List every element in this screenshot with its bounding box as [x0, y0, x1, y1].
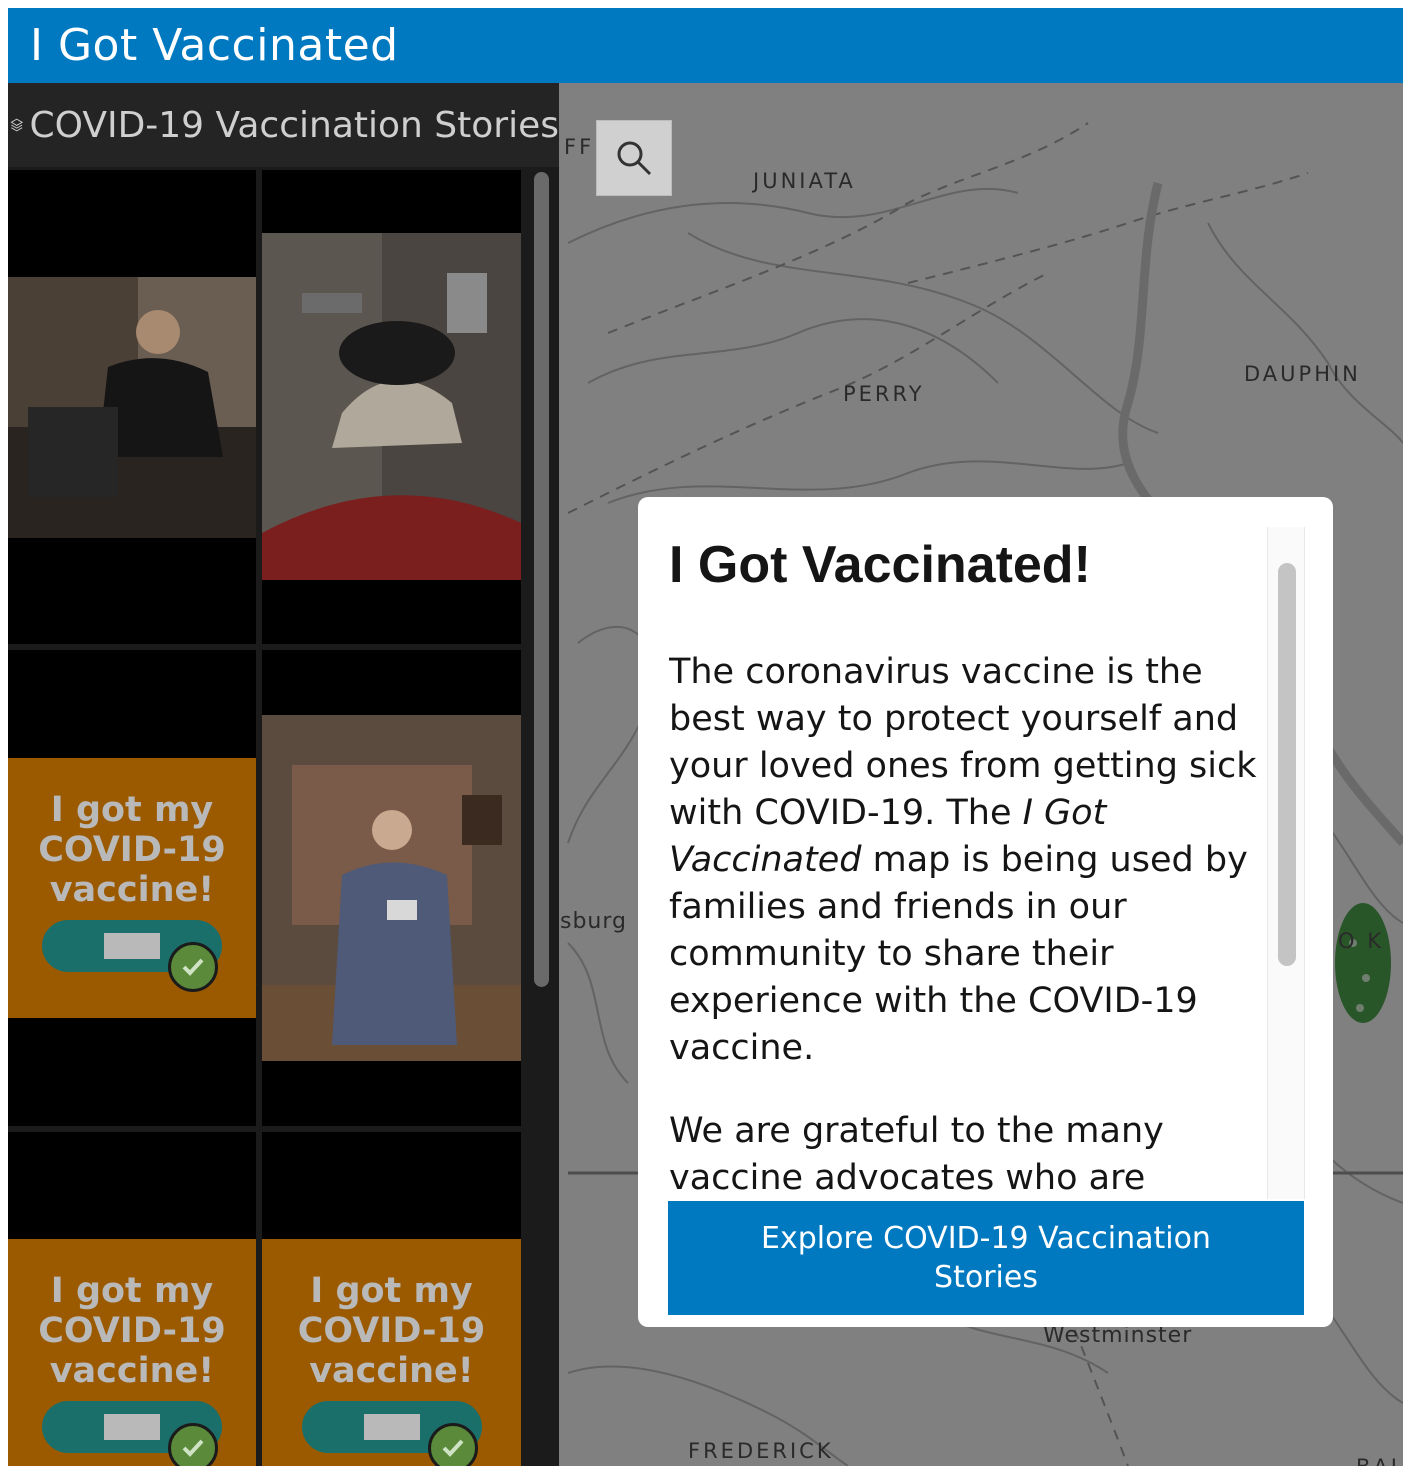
- map-label-york: O K: [1338, 929, 1384, 953]
- explore-stories-button[interactable]: Explore COVID-19 Vaccination Stories: [668, 1201, 1304, 1315]
- modal-paragraph-1: The coronavirus vaccine is the best way …: [669, 652, 1257, 1068]
- map-label-perry: PERRY: [843, 382, 925, 406]
- vax-graphic-3: I got my COVID-19 vaccine!: [8, 758, 256, 1018]
- vax-line: vaccine!: [49, 870, 215, 910]
- story-card-4[interactable]: [262, 650, 521, 1126]
- vax-line: COVID-19: [38, 830, 226, 870]
- vax-line: I got my: [310, 1271, 473, 1311]
- modal-title: I Got Vaccinated!: [669, 536, 1091, 594]
- app-header: I Got Vaccinated: [8, 8, 1403, 83]
- story-card-5[interactable]: I got my COVID-19 vaccine!: [8, 1132, 256, 1466]
- vaccine-pill-graphic: [301, 1401, 482, 1466]
- map-label-dauphin: DAUPHIN: [1244, 362, 1361, 386]
- check-icon: [168, 942, 218, 992]
- gallery-scrollbar[interactable]: [534, 172, 549, 987]
- vax-line: vaccine!: [309, 1351, 474, 1391]
- vax-line: COVID-19: [297, 1311, 486, 1351]
- intro-modal: I Got Vaccinated! The coronavirus vaccin…: [638, 497, 1333, 1327]
- modal-paragraph-2: We are grateful to the many vaccine advo…: [669, 1111, 1164, 1198]
- story-card-2[interactable]: [262, 170, 521, 644]
- vax-line: I got my: [50, 790, 214, 830]
- app-title: I Got Vaccinated: [30, 20, 399, 71]
- vax-line: I got my: [50, 1271, 214, 1311]
- modal-scrollbar-thumb[interactable]: [1278, 563, 1296, 966]
- search-icon: [617, 141, 652, 176]
- map-search-button[interactable]: [596, 120, 672, 196]
- story-photo-2: [262, 233, 521, 580]
- vax-graphic-6: I got my COVID-19 vaccine!: [262, 1239, 521, 1466]
- story-photo-1: [8, 277, 256, 538]
- check-icon: [168, 1423, 218, 1466]
- modal-content[interactable]: I Got Vaccinated! The coronavirus vaccin…: [669, 527, 1267, 1199]
- vax-line: vaccine!: [49, 1351, 215, 1391]
- vaccine-pill-graphic: [42, 1401, 222, 1466]
- story-card-1[interactable]: [8, 170, 256, 644]
- layers-icon[interactable]: [10, 108, 24, 142]
- story-photo-4: [262, 715, 521, 1061]
- check-icon: [427, 1423, 478, 1466]
- map-label-frederick: FREDERICK: [688, 1439, 834, 1463]
- story-card-6[interactable]: I got my COVID-19 vaccine!: [262, 1132, 521, 1466]
- modal-body: The coronavirus vaccine is the best way …: [669, 649, 1267, 1199]
- panel-header: COVID-19 Vaccination Stories: [8, 83, 559, 167]
- panel-title: COVID-19 Vaccination Stories: [29, 104, 559, 146]
- map-label-bal: BAL: [1356, 1455, 1403, 1466]
- map-label-burg: sburg: [560, 909, 627, 934]
- vax-graphic-5: I got my COVID-19 vaccine!: [8, 1239, 256, 1466]
- story-card-3[interactable]: I got my COVID-19 vaccine!: [8, 650, 256, 1126]
- vaccine-pill-graphic: [42, 920, 222, 992]
- vax-line: COVID-19: [38, 1311, 226, 1351]
- story-gallery[interactable]: I got my COVID-19 vaccine! I got my COVI…: [8, 167, 559, 1466]
- map-label-juniata: JUNIATA: [753, 169, 856, 193]
